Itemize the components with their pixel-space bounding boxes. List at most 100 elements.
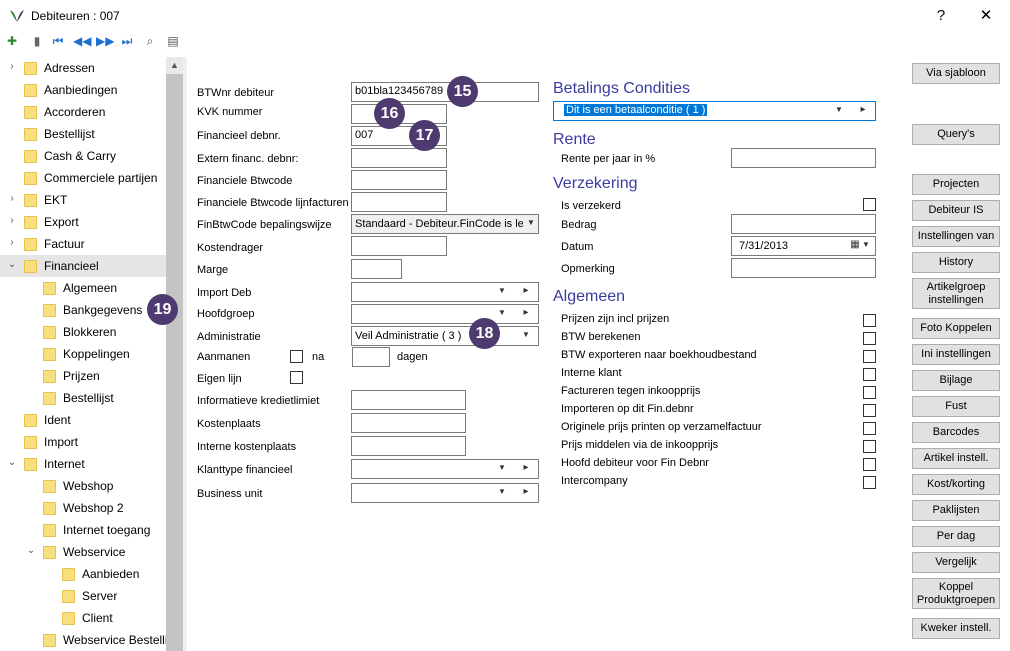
import-deb-select[interactable]: ▼ ▸ [351,282,539,302]
algemeen-option-checkbox[interactable] [863,332,876,345]
projecten-button[interactable]: Projecten [912,174,1000,195]
chevron-right-icon[interactable]: › [6,61,18,73]
algemeen-option-checkbox[interactable] [863,404,876,417]
chevron-down-icon[interactable]: ▼ [497,286,507,295]
algemeen-option-checkbox[interactable] [863,440,876,453]
kweker-instell-button[interactable]: Kweker instell. [912,618,1000,639]
tree-item[interactable]: ⌄ Internet [0,453,166,475]
algemeen-option-checkbox[interactable] [863,422,876,435]
tree-item[interactable]: ⌄ Financieel [0,255,166,277]
tree-item[interactable]: Aanbieden [0,563,166,585]
chevron-down-icon[interactable]: ⌄ [25,545,37,557]
first-record-icon[interactable]: ⏮ [50,33,66,49]
betalings-condities-select[interactable]: Dit is een betaalconditie ( 1 ) ▼ ▸ [553,101,876,121]
add-record-icon[interactable]: ✚ [4,33,20,49]
tree-item[interactable]: Blokkeren [0,321,166,343]
tree-item[interactable]: › Export [0,211,166,233]
chevron-down-icon[interactable]: ⌄ [6,457,18,469]
debiteur-is-button[interactable]: Debiteur IS [912,200,1000,221]
tree-item[interactable]: Webshop [0,475,166,497]
tree-item[interactable]: Import [0,431,166,453]
tree-item[interactable]: › EKT [0,189,166,211]
algemeen-option-checkbox[interactable] [863,458,876,471]
bedrag-field[interactable] [731,214,876,234]
help-button[interactable]: ? [930,6,952,26]
notes-icon[interactable]: ▤ [165,33,181,49]
tree-item[interactable]: Cash & Carry [0,145,166,167]
kostendrager-field[interactable] [351,236,447,256]
vergelijk-button[interactable]: Vergelijk [912,552,1000,573]
finbtwcode-bep-select[interactable]: Standaard - Debiteur.FinCode is leid ▼ [351,214,539,234]
chevron-down-icon[interactable]: ▼ [861,240,871,249]
splitter[interactable] [183,57,187,651]
chevron-down-icon[interactable]: ▼ [497,487,507,496]
last-record-icon[interactable]: ⏭ [119,33,135,49]
kredietlimiet-field[interactable] [351,390,466,410]
fin-btwcode-field[interactable] [351,170,447,190]
tree-item[interactable]: Webshop 2 [0,497,166,519]
tree-item[interactable]: Algemeen [0,277,166,299]
close-button[interactable]: ✕ [975,6,997,26]
chevron-right-icon[interactable]: ▸ [521,285,531,296]
fust-button[interactable]: Fust [912,396,1000,417]
tree-item[interactable]: Webservice Bestellij [0,629,166,651]
bijlage-button[interactable]: Bijlage [912,370,1000,391]
eigen-lijn-checkbox[interactable] [290,371,303,384]
scrollbar-thumb[interactable] [166,74,183,651]
btwnr-field[interactable]: b01bla123456789 [351,82,539,102]
chevron-right-icon[interactable]: ▸ [521,486,531,497]
chevron-down-icon[interactable]: ▼ [497,308,507,317]
rente-field[interactable] [731,148,876,168]
chevron-right-icon[interactable]: › [6,215,18,227]
tree-item[interactable]: Koppelingen [0,343,166,365]
tree-item[interactable]: Ident [0,409,166,431]
tree-item[interactable]: › Adressen [0,57,166,79]
chevron-down-icon[interactable]: ▼ [497,463,507,472]
fin-btwcode-lijn-field[interactable] [351,192,447,212]
per-dag-button[interactable]: Per dag [912,526,1000,547]
calendar-icon[interactable]: ▦ [850,239,860,250]
tree-item[interactable]: Aanbiedingen [0,79,166,101]
business-unit-select[interactable]: ▼ ▸ [351,483,539,503]
chevron-right-icon[interactable]: ▸ [521,307,531,318]
koppel-produktgroepen-button[interactable]: Koppel Produktgroepen [912,578,1000,609]
administratie-select[interactable]: Veil Administratie ( 3 ) ▼ [351,326,539,346]
datum-picker[interactable]: 7/31/2013 ▦ ▼ [731,236,876,256]
foto-koppelen-button[interactable]: Foto Koppelen [912,318,1000,339]
tree-item[interactable]: ⌄ Webservice [0,541,166,563]
interne-kostenplaats-field[interactable] [351,436,466,456]
tree-item[interactable]: Bestellijst [0,387,166,409]
aanmanen-dagen-field[interactable] [352,347,390,367]
chevron-right-icon[interactable]: ▸ [858,104,868,115]
chevron-down-icon[interactable]: ▼ [834,105,844,114]
algemeen-option-checkbox[interactable] [863,368,876,381]
hoofdgroep-select[interactable]: ▼ ▸ [351,304,539,324]
tree-item[interactable]: Commerciele partijen [0,167,166,189]
marge-field[interactable] [351,259,402,279]
artikel-instell-button[interactable]: Artikel instell. [912,448,1000,469]
previous-record-icon[interactable]: ◀◀ [73,33,91,49]
via-sjabloon-button[interactable]: Via sjabloon [912,63,1000,84]
is-verzekerd-checkbox[interactable] [863,198,876,211]
tree-item[interactable]: Bankgegevens [0,299,166,321]
search-icon[interactable]: ⌕ [142,33,158,49]
querys-button[interactable]: Query's [912,124,1000,145]
instellingen-van-button[interactable]: Instellingen van [912,226,1000,247]
delete-icon[interactable]: ▮ [29,33,45,49]
barcodes-button[interactable]: Barcodes [912,422,1000,443]
chevron-down-icon[interactable]: ⌄ [6,259,18,271]
klanttype-select[interactable]: ▼ ▸ [351,459,539,479]
algemeen-option-checkbox[interactable] [863,350,876,363]
ini-instellingen-button[interactable]: Ini instellingen [912,344,1000,365]
kost-korting-button[interactable]: Kost/korting [912,474,1000,495]
algemeen-option-checkbox[interactable] [863,314,876,327]
aanmanen-checkbox[interactable] [290,350,303,363]
tree-item[interactable]: Client [0,607,166,629]
artikelgroep-instellingen-button[interactable]: Artikelgroep instellingen [912,278,1000,309]
chevron-right-icon[interactable]: › [6,193,18,205]
scroll-up-icon[interactable]: ▲ [166,57,183,74]
tree-item[interactable]: Prijzen [0,365,166,387]
tree-item[interactable]: › Factuur [0,233,166,255]
tree-item[interactable]: Accorderen [0,101,166,123]
chevron-down-icon[interactable]: ▼ [521,330,531,339]
